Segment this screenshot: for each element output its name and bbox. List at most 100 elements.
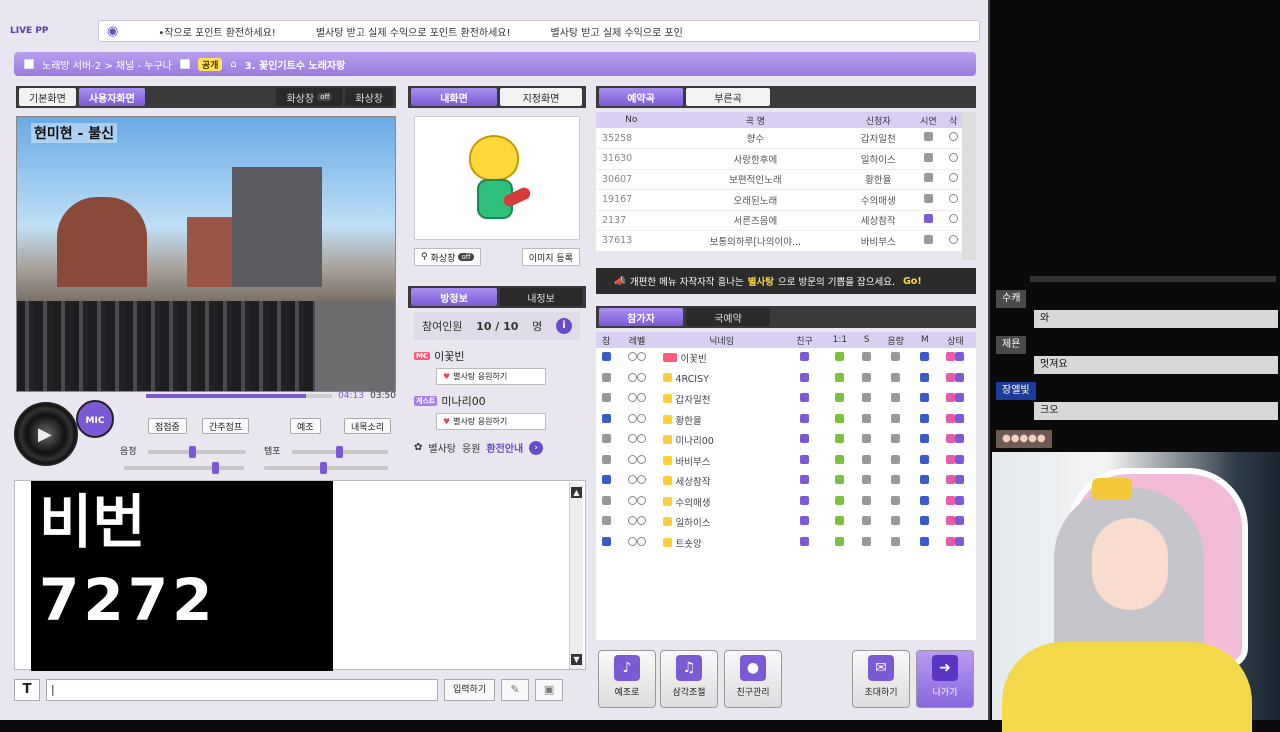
mic-button[interactable]: MIC xyxy=(76,400,114,438)
participant-row[interactable]: 트숏앙 xyxy=(596,533,976,554)
volume-bars-icon[interactable] xyxy=(877,410,915,431)
interlude-jump-button[interactable]: 간주점프 xyxy=(202,418,250,434)
song-row[interactable]: 35258 향수 갑자일천 xyxy=(596,128,976,149)
volume-bars-icon[interactable] xyxy=(877,451,915,472)
mute-icon[interactable] xyxy=(915,451,935,472)
private-chat-icon[interactable] xyxy=(823,512,856,533)
song-row[interactable]: 19167 오래된노래 수의매생 xyxy=(596,189,976,211)
tab-room-info[interactable]: 방정보 xyxy=(411,288,497,306)
mute-icon[interactable] xyxy=(915,348,935,369)
promo-banner[interactable]: 📣 개편한 메뉴 자작자작 흥나는 별사탕 으로 방문의 기쁨을 잡으세요. Go! xyxy=(596,268,976,294)
pitch-control-button[interactable]: ♫ 삼각조절 xyxy=(660,650,718,708)
add-friend-icon[interactable] xyxy=(786,348,824,369)
mute-icon[interactable] xyxy=(915,410,935,431)
music-volume-slider[interactable] xyxy=(124,462,244,474)
cam-toggle[interactable]: 화상창 off xyxy=(276,88,343,106)
mute-icon[interactable] xyxy=(915,430,935,451)
participant-row[interactable]: 4RCISY xyxy=(596,369,976,390)
private-chat-icon[interactable] xyxy=(823,533,856,554)
exit-button[interactable]: ➜ 나가기 xyxy=(916,650,974,708)
participant-row[interactable]: 세상참작 xyxy=(596,471,976,492)
participant-row[interactable]: 일하이스 xyxy=(596,512,976,533)
pitch-slider[interactable] xyxy=(148,446,246,458)
add-friend-icon[interactable] xyxy=(786,430,824,451)
participant-row[interactable]: 미나리00 xyxy=(596,430,976,451)
private-chat-icon[interactable] xyxy=(823,471,856,492)
delete-icon[interactable] xyxy=(944,189,962,211)
private-chat-icon[interactable] xyxy=(823,451,856,472)
speaker-icon[interactable] xyxy=(856,348,876,369)
private-chat-icon[interactable] xyxy=(823,369,856,390)
register-image-button[interactable]: 이미지 등록 xyxy=(521,248,580,266)
scroll-down-icon[interactable]: ▼ xyxy=(571,654,582,665)
video-frame[interactable]: 현미현 - 불신 xyxy=(16,116,396,392)
participant-row[interactable]: 수의매생 xyxy=(596,492,976,513)
my-voice-button[interactable]: 내목소리 xyxy=(344,418,392,434)
friend-manage-button[interactable]: ● 친구관리 xyxy=(724,650,782,708)
preview-icon[interactable] xyxy=(912,169,945,190)
cam-button[interactable]: 화상창 xyxy=(345,88,393,106)
volume-bars-icon[interactable] xyxy=(877,369,915,390)
speaker-icon[interactable] xyxy=(856,492,876,513)
image-icon[interactable]: ▣ xyxy=(535,679,564,701)
volume-bars-icon[interactable] xyxy=(877,430,915,451)
participant-row[interactable]: 갑자일천 xyxy=(596,389,976,410)
tab-participants[interactable]: 참가자 xyxy=(599,308,683,326)
add-friend-icon[interactable] xyxy=(786,533,824,554)
emoticon-icon[interactable]: ✎ xyxy=(501,679,530,701)
tab-my-screen[interactable]: 내화면 xyxy=(411,88,497,106)
support-mc-button[interactable]: ♥ 별사탕 응원하기 xyxy=(436,368,546,385)
volume-bars-icon[interactable] xyxy=(877,389,915,410)
participant-row[interactable]: 바비부스 xyxy=(596,451,976,472)
volume-bars-icon[interactable] xyxy=(877,471,915,492)
speaker-icon[interactable] xyxy=(856,451,876,472)
speaker-icon[interactable] xyxy=(856,369,876,390)
support-guest-button[interactable]: ♥ 별사탕 응원하기 xyxy=(436,413,546,430)
private-chat-icon[interactable] xyxy=(823,348,856,369)
chat-area[interactable]: 비번 7272 ▲ ▼ xyxy=(14,480,586,671)
mute-icon[interactable] xyxy=(915,533,935,554)
private-chat-icon[interactable] xyxy=(823,389,856,410)
add-friend-icon[interactable] xyxy=(786,369,824,390)
preview-icon[interactable] xyxy=(912,189,945,211)
song-scrollbar[interactable] xyxy=(962,112,976,260)
info-icon[interactable]: i xyxy=(555,318,572,334)
tab-user-screen[interactable]: 사용자화면 xyxy=(78,88,145,106)
tempo-knob[interactable] xyxy=(336,446,343,458)
play-disc[interactable]: ▶ xyxy=(14,402,78,466)
tab-my-info[interactable]: 내정보 xyxy=(500,288,582,306)
preview-icon[interactable] xyxy=(912,230,945,252)
add-friend-icon[interactable] xyxy=(786,389,824,410)
song-row[interactable]: 31630 사랑한후에 일하이스 xyxy=(596,148,976,170)
delete-icon[interactable] xyxy=(944,148,962,170)
tab-song-reservations[interactable]: 국예약 xyxy=(686,308,770,326)
private-chat-icon[interactable] xyxy=(823,430,856,451)
mic-volume-knob[interactable] xyxy=(320,462,327,474)
delete-icon[interactable] xyxy=(944,128,962,149)
tab-reserved-songs[interactable]: 예약곡 xyxy=(599,88,683,106)
participant-row[interactable]: 이꽃빈 xyxy=(596,348,976,369)
echo-button[interactable]: 예조 xyxy=(290,418,321,434)
volume-bars-icon[interactable] xyxy=(877,348,915,369)
fade-button[interactable]: 점점줌 xyxy=(148,418,187,434)
music-volume-knob[interactable] xyxy=(212,462,219,474)
speaker-icon[interactable] xyxy=(856,389,876,410)
echo-room-button[interactable]: ♪ 예조로 xyxy=(598,650,656,708)
mute-icon[interactable] xyxy=(915,389,935,410)
notice-ticker[interactable]: ◉ •작으로 포인트 환전하세요! 별사탕 받고 실제 수익으로 포인트 환전하… xyxy=(98,20,980,42)
chat-scrollbar[interactable]: ▲ ▼ xyxy=(569,483,583,669)
delete-icon[interactable] xyxy=(944,230,962,252)
private-chat-icon[interactable] xyxy=(823,492,856,513)
song-row[interactable]: 2137 서른즈음에 세상참작 xyxy=(596,210,976,231)
private-chat-icon[interactable] xyxy=(823,410,856,431)
volume-bars-icon[interactable] xyxy=(877,512,915,533)
preview-icon[interactable] xyxy=(912,128,945,149)
tempo-slider[interactable] xyxy=(292,446,388,458)
speaker-icon[interactable] xyxy=(856,410,876,431)
exchange-guide-link[interactable]: ✿ 별사탕 응원 환전안내 › xyxy=(414,440,580,455)
mic-volume-slider[interactable] xyxy=(264,462,388,474)
add-friend-icon[interactable] xyxy=(786,410,824,431)
chat-input[interactable]: | xyxy=(46,679,438,701)
scroll-up-icon[interactable]: ▲ xyxy=(571,487,582,498)
tab-sung-songs[interactable]: 부른곡 xyxy=(686,88,770,106)
